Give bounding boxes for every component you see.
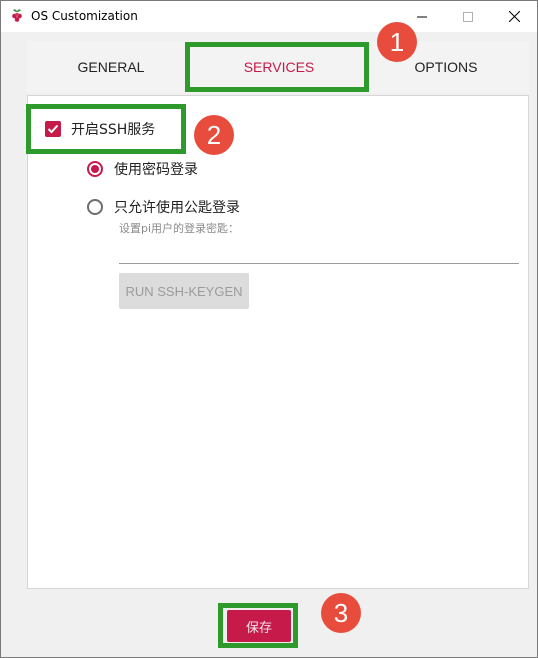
tab-general[interactable]: GENERAL — [27, 41, 195, 93]
highlight-enable-ssh — [26, 104, 186, 154]
public-key-auth-option[interactable]: 只允许使用公匙登录 — [87, 197, 240, 217]
raspberry-pi-icon — [12, 9, 22, 22]
password-auth-label: 使用密码登录 — [114, 162, 198, 178]
step-badge-3: 3 — [321, 593, 361, 633]
minimize-icon — [417, 16, 427, 17]
public-key-auth-label: 只允许使用公匙登录 — [114, 200, 240, 216]
step-badge-2: 2 — [194, 115, 234, 155]
step-badge-1: 1 — [377, 22, 417, 62]
password-auth-radio[interactable] — [87, 161, 103, 177]
run-ssh-keygen-button[interactable]: RUN SSH-KEYGEN — [119, 273, 249, 309]
highlight-save-button — [218, 603, 298, 648]
title-bar: OS Customization — [1, 1, 537, 32]
public-key-auth-radio[interactable] — [87, 199, 103, 215]
maximize-icon — [463, 11, 473, 22]
os-customization-window: OS Customization GENERAL SERVICES OPTION… — [0, 0, 538, 658]
public-key-field[interactable] — [119, 237, 519, 264]
password-auth-option[interactable]: 使用密码登录 — [87, 159, 198, 179]
window-title: OS Customization — [31, 9, 138, 23]
close-icon — [508, 11, 520, 22]
highlight-services-tab — [185, 42, 369, 92]
public-key-hint: 设置pi用户的登录密匙： — [119, 222, 240, 235]
maximize-button[interactable] — [445, 1, 491, 32]
close-button[interactable] — [491, 1, 537, 32]
